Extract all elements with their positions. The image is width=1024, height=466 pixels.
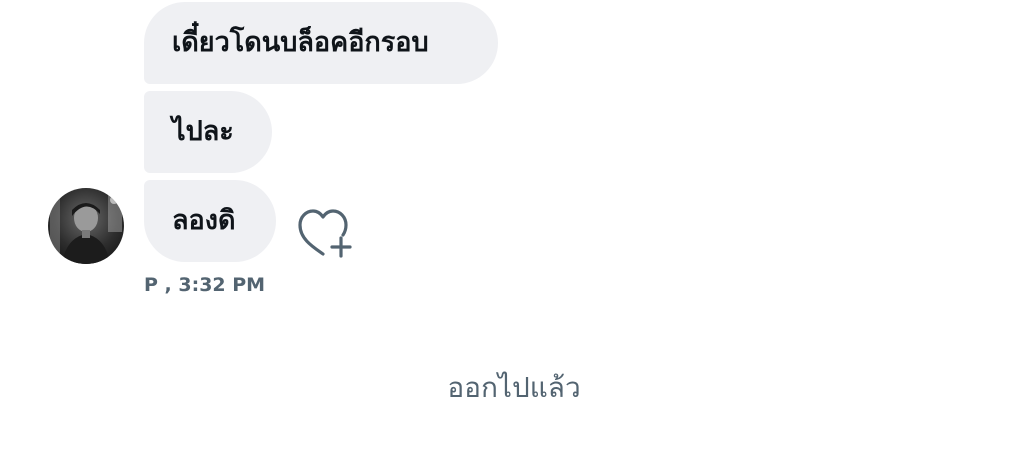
message-meta: P , 3:32 PM: [144, 274, 265, 296]
system-notice-text: ออกไปแล้ว: [447, 371, 581, 404]
dm-conversation: เดี๋ยวโดนบล็อคอีกรอบ ไปละ ลองดิ P , 3:32…: [0, 0, 1024, 466]
heart-plus-icon: [298, 209, 352, 258]
system-notice: ออกไปแล้ว: [0, 366, 1024, 410]
message-timestamp: P , 3:32 PM: [144, 274, 266, 296]
message-bubble[interactable]: ไปละ: [144, 91, 272, 173]
add-reaction-button[interactable]: [295, 206, 357, 262]
message-bubble[interactable]: เดี๋ยวโดนบล็อคอีกรอบ: [144, 2, 498, 84]
message-text: เดี๋ยวโดนบล็อคอีกรอบ: [172, 27, 429, 58]
user-avatar-image: [48, 188, 124, 264]
message-bubble[interactable]: ลองดิ: [144, 180, 276, 262]
message-text: ไปละ: [172, 116, 234, 147]
message-text: ลองดิ: [172, 205, 236, 236]
avatar[interactable]: [48, 188, 124, 264]
